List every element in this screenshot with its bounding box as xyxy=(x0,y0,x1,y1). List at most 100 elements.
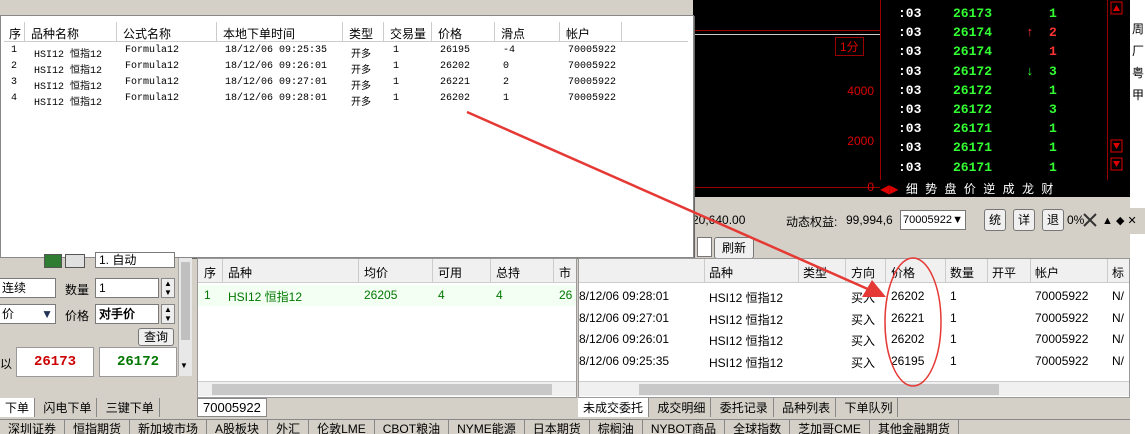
tab-flash-order[interactable]: 闪电下单 xyxy=(38,398,98,417)
deal-cell-acct: 70005922 xyxy=(1035,310,1089,325)
deal-cell-acct: 70005922 xyxy=(1035,353,1089,368)
market-tab[interactable]: 深圳证券 xyxy=(0,420,66,434)
dynamic-equity-label: 动态权益: xyxy=(786,215,838,229)
open-type-field[interactable]: 连续 xyxy=(0,278,56,298)
tab-finance[interactable]: 财 xyxy=(1041,180,1053,197)
price-stepper[interactable]: ▲ ▼ xyxy=(161,304,175,324)
dropdown-toggle[interactable] xyxy=(65,254,85,268)
tick-tabs[interactable]: ◀▶ 细 势 盘 价 逆 成 龙 财 xyxy=(880,180,1130,197)
market-tab[interactable]: 全球指数 xyxy=(725,420,791,434)
tab-order[interactable]: 下单 xyxy=(0,398,36,417)
tab-detail[interactable]: 细 xyxy=(906,180,918,197)
tab-trend[interactable]: 势 xyxy=(925,180,937,197)
tab-order-history[interactable]: 委托记录 xyxy=(715,398,774,417)
market-tab[interactable]: 伦敦LME xyxy=(309,420,375,434)
tab-three-key-order[interactable]: 三键下单 xyxy=(101,398,160,417)
tab-order-queue[interactable]: 下单队列 xyxy=(839,398,899,417)
qty-stepper[interactable]: ▲ ▼ xyxy=(161,278,175,298)
tick-time: :03 xyxy=(898,6,922,21)
mode-select[interactable]: 1. 自动 xyxy=(95,252,175,268)
tick-row: :03 26174 ↑ 2 xyxy=(881,24,1111,43)
tick-price: 26171 xyxy=(953,121,993,137)
query-button[interactable]: 查询 xyxy=(138,328,174,346)
detail-button[interactable]: 详 xyxy=(1013,209,1035,231)
qty-label: 数量 xyxy=(65,283,90,297)
tick-volume: 1 xyxy=(1049,140,1057,156)
order-log-row[interactable]: 3 HSI12 恒指12 Formula12 18/12/06 09:27:01 开多 1… xyxy=(4,75,688,93)
market-category-bar: 深圳证券 恒指期货 新加坡市场 A股板块 外汇 伦敦LME CBOT粮油 NYME能源 日本期货… xyxy=(0,419,1130,434)
y-axis-label: 4000 xyxy=(847,84,874,98)
period-label[interactable]: 1分 xyxy=(835,37,864,56)
static-equity: 20,640.00 xyxy=(692,213,746,227)
tab-volume[interactable]: 成 xyxy=(1003,180,1015,197)
tab-price[interactable]: 价 xyxy=(964,180,976,197)
account-select[interactable]: 70005922 ▼ xyxy=(900,210,966,230)
tick-time: :03 xyxy=(898,121,922,137)
market-tab[interactable]: 芝加哥CME xyxy=(790,420,870,434)
order-log-cell-formula: Formula12 xyxy=(125,77,180,88)
tab-book[interactable]: 盘 xyxy=(945,180,957,197)
stats-button[interactable]: 统 xyxy=(984,209,1006,231)
tick-row: :03 26171 1 xyxy=(881,159,1111,178)
market-tab[interactable]: 恒指期货 xyxy=(65,420,131,434)
chart-line xyxy=(693,34,880,35)
market-tab[interactable]: 外汇 xyxy=(268,420,310,434)
tick-volume: 1 xyxy=(1049,82,1057,98)
market-tab[interactable]: CBOT粮油 xyxy=(375,420,450,434)
exit-button[interactable]: 退 xyxy=(1042,209,1064,231)
market-tab[interactable]: 其他金融期货 xyxy=(870,420,959,434)
toolbar-icons[interactable]: ▲ ◆ ✕ xyxy=(1082,212,1142,228)
market-tab[interactable]: NYBOT商品 xyxy=(643,420,726,434)
y-axis-label: 2000 xyxy=(847,134,874,148)
deals-hscroll[interactable] xyxy=(579,381,1129,396)
order-log-row[interactable]: 4 HSI12 恒指12 Formula12 18/12/06 09:28:01 开多 1… xyxy=(4,91,688,109)
position-row[interactable]: 1 HSI12 恒指12 26205 4 4 26 xyxy=(198,285,576,306)
tick-scrollbar[interactable] xyxy=(1107,0,1125,180)
order-log-row[interactable]: 2 HSI12 恒指12 Formula12 18/12/06 09:26:01 开多 1… xyxy=(4,59,688,77)
tab-account[interactable]: 70005922 xyxy=(197,398,267,417)
price-input[interactable]: 对手价 xyxy=(95,304,159,324)
market-tab[interactable]: NYME能源 xyxy=(449,420,525,434)
tick-volume: 3 xyxy=(1049,63,1057,79)
tab-dragon[interactable]: 龙 xyxy=(1022,180,1034,197)
market-tab[interactable]: 新加坡市场 xyxy=(130,420,208,434)
market-tab[interactable]: A股板块 xyxy=(207,420,269,434)
tick-price: 26172 xyxy=(953,63,993,79)
deal-cell-time: 8/12/06 09:28:01 xyxy=(579,289,670,303)
refresh-button[interactable]: 刷新 xyxy=(714,237,754,259)
tick-volume: 1 xyxy=(1049,6,1057,21)
qty-input[interactable]: 1 xyxy=(95,278,159,298)
deal-cell-tag: N/ xyxy=(1112,310,1124,325)
tab-pending-orders[interactable]: 未成交委托 xyxy=(578,398,650,417)
order-log-window[interactable]: 序 品种名称 公式名称 本地下单时间 类型 交易量 价格 滑点 帐户 1 HSI1… xyxy=(0,15,694,258)
sell-price-button[interactable]: 26172 xyxy=(99,347,177,377)
price-type-select[interactable]: 价 ▼ xyxy=(0,304,56,324)
green-toggle[interactable] xyxy=(44,254,62,268)
order-log-cell-time: 18/12/06 09:26:01 xyxy=(225,61,328,72)
refresh-checkbox[interactable] xyxy=(697,237,712,257)
deal-cell-dir: 买入 xyxy=(851,334,876,348)
deal-cell-dir: 买入 xyxy=(851,355,876,370)
deal-cell-dir: 买入 xyxy=(851,291,876,305)
deal-row[interactable]: 8/12/06 09:25:35 HSI12 恒指12 买入 26195 1 700059… xyxy=(579,351,1129,372)
deal-row[interactable]: 8/12/06 09:28:01 HSI12 恒指12 买入 26202 1 700059… xyxy=(579,286,1129,307)
tab-reverse[interactable]: 逆 xyxy=(983,180,995,197)
market-tab[interactable]: 日本期货 xyxy=(525,420,590,434)
order-log-cell-qty: 1 xyxy=(393,93,400,104)
tick-price: 26173 xyxy=(953,6,993,21)
tab-symbol-list[interactable]: 品种列表 xyxy=(777,398,837,417)
deal-row[interactable]: 8/12/06 09:26:01 HSI12 恒指12 买入 26202 1 700059… xyxy=(579,329,1129,350)
left-panel-scrollbar[interactable]: ▼ xyxy=(178,258,192,376)
positions-hscroll[interactable] xyxy=(198,381,576,396)
deal-row[interactable]: 8/12/06 09:27:01 HSI12 恒指12 买入 26221 1 700059… xyxy=(579,308,1129,329)
buy-price-button[interactable]: 26173 xyxy=(16,347,94,377)
order-log-cell-acct: 70005922 xyxy=(568,61,617,72)
order-log-cell-price: 26202 xyxy=(440,61,471,72)
chevron-down-icon: ▼ xyxy=(41,307,53,321)
tick-row: :03 26171 1 xyxy=(881,139,1111,158)
order-log-row[interactable]: 1 HSI12 恒指12 Formula12 18/12/06 09:25:35 开多 1… xyxy=(4,43,688,61)
market-tab[interactable]: 棕榈油 xyxy=(590,420,643,434)
price-chart[interactable]: 1分 4000 2000 0 xyxy=(693,0,880,197)
tab-fill-details[interactable]: 成交明细 xyxy=(652,398,712,417)
tick-price: 26172 xyxy=(953,102,993,117)
